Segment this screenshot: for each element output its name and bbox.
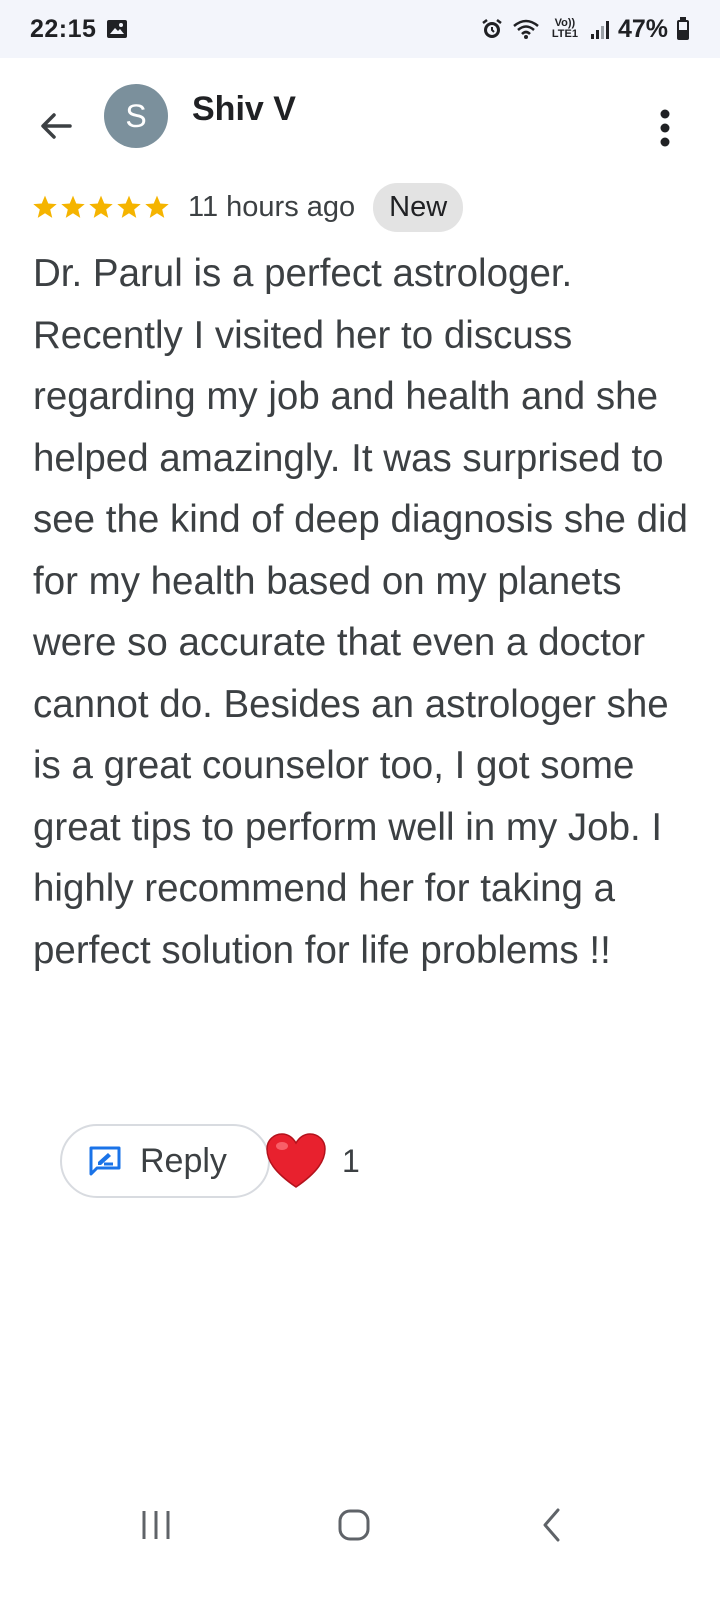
back-button[interactable] [28, 98, 84, 154]
star-icon [117, 195, 141, 218]
recent-apps-icon [142, 1511, 170, 1539]
image-notification-icon [106, 18, 128, 40]
reply-label: Reply [140, 1141, 227, 1180]
reviewer-name[interactable]: Shiv V [192, 90, 296, 129]
review-actions: Reply 1 [60, 1124, 360, 1198]
battery-icon [676, 17, 690, 41]
nav-back-icon [543, 1508, 560, 1542]
home-button[interactable] [324, 1500, 384, 1550]
star-icon [89, 195, 113, 218]
avatar-letter: S [125, 97, 147, 134]
nav-back-button[interactable] [522, 1500, 582, 1550]
reply-icon [89, 1146, 121, 1176]
star-icon [145, 195, 169, 218]
review-text: Dr. Parul is a perfect astrologer. Recen… [33, 252, 688, 972]
status-time: 22:15 [30, 14, 97, 43]
arrow-back-icon [41, 113, 72, 139]
review-time: 11 hours ago [188, 190, 356, 223]
reply-button[interactable]: Reply [60, 1124, 270, 1198]
star-icon [61, 195, 85, 218]
recent-apps-button[interactable] [126, 1500, 186, 1550]
more-options-button[interactable] [640, 98, 690, 158]
heart-icon[interactable] [264, 1132, 328, 1190]
status-bar: 22:15 Vo)) LTE1 47% [0, 0, 720, 58]
signal-icon [590, 18, 610, 40]
star-icon [33, 195, 57, 218]
avatar[interactable]: S [104, 84, 168, 148]
rating-row: 11 hours ago New [32, 182, 464, 232]
volte-lte-icon: Vo)) LTE1 [548, 18, 582, 40]
new-badge: New [373, 182, 464, 232]
review-header: S Shiv V [0, 70, 720, 160]
home-icon [338, 1509, 370, 1541]
wifi-icon [512, 18, 540, 40]
review-detail-screen: 22:15 Vo)) LTE1 47% S Shiv V 11 hours ag… [0, 0, 720, 1600]
alarm-icon [480, 17, 504, 41]
network-label: Vo)) LTE1 [551, 17, 578, 40]
star-rating [32, 194, 170, 220]
reaction-count: 1 [342, 1142, 360, 1179]
more-vert-icon [660, 109, 670, 147]
battery-percent: 47% [617, 14, 668, 43]
system-nav-bar [0, 1480, 720, 1570]
